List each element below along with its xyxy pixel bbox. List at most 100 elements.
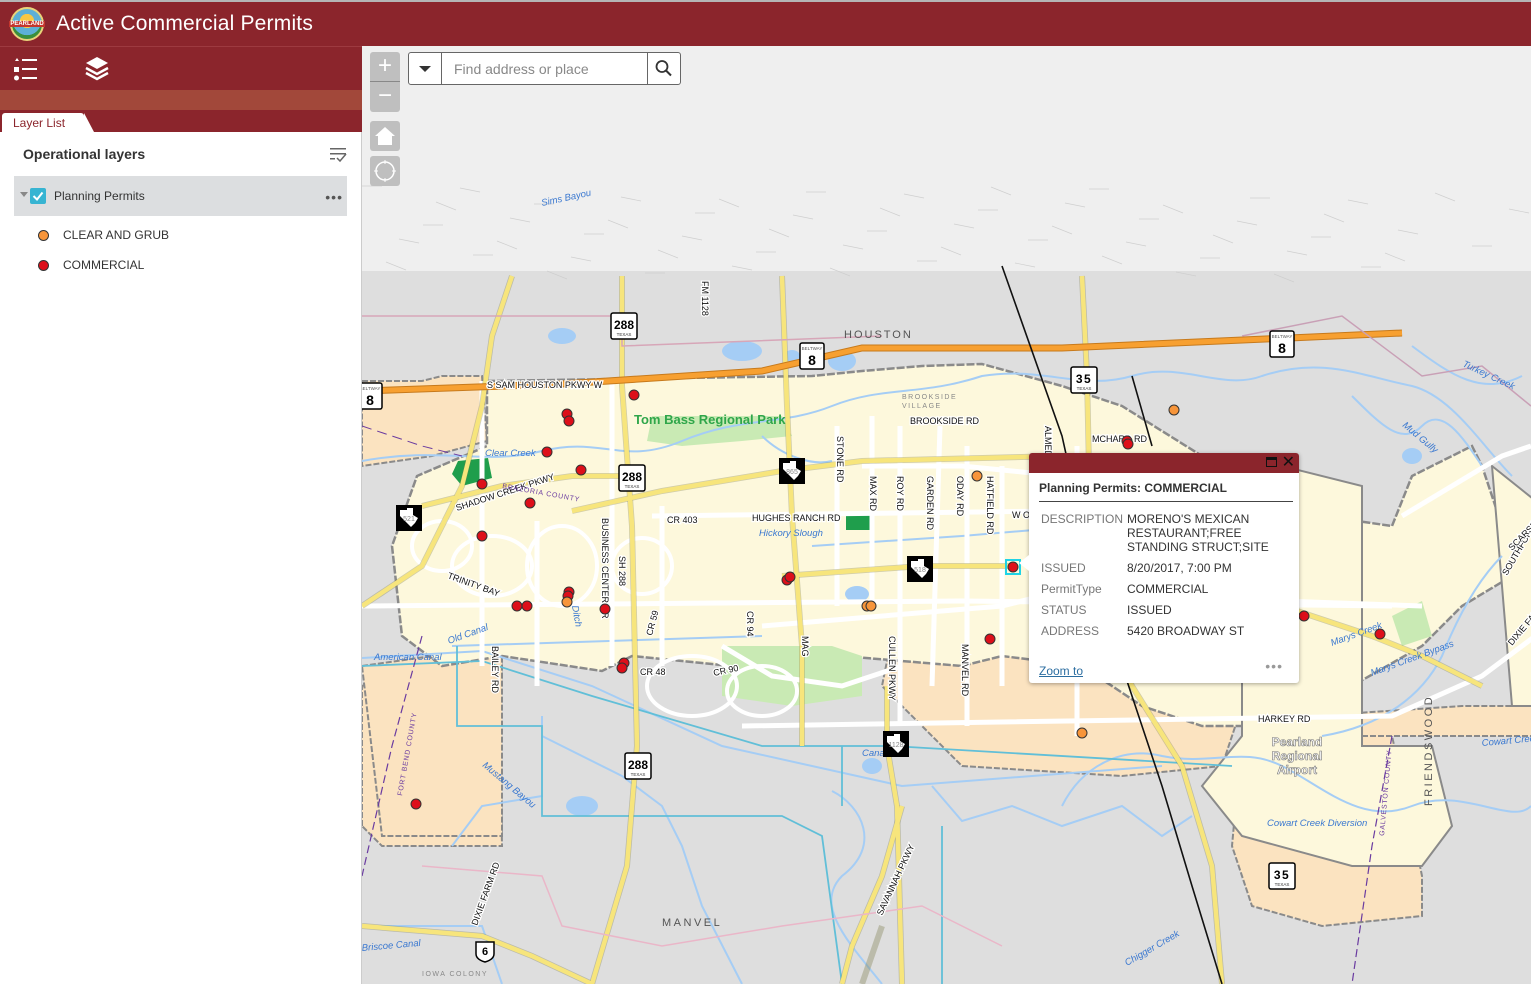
place-label-manvel: MANVEL [662, 917, 722, 929]
minor-street [1286, 250, 1308, 256]
pond [548, 328, 576, 344]
attribute-value: ISSUED [1127, 603, 1172, 617]
layer-list-panel: Operational layers Planning Permits ••• … [0, 132, 362, 984]
layer-options-button[interactable] [329, 146, 347, 164]
commercial-permit-point[interactable] [410, 798, 422, 810]
commercial-permit-point[interactable] [1007, 561, 1019, 573]
road-label: CR 403 [667, 515, 698, 525]
park-green [846, 514, 871, 530]
water-label: Cowart Creek Diversion [1267, 818, 1367, 829]
shield-number: 8 [366, 392, 374, 408]
clear-and-grub-permit-point[interactable] [561, 596, 573, 608]
minor-street [842, 244, 864, 250]
minor-street [570, 256, 592, 262]
poi-label-airport: Regional [1272, 749, 1323, 763]
attribute-name: ADDRESS [1041, 624, 1100, 638]
attribute-name: PermitType [1041, 582, 1102, 596]
zoom-out-button[interactable]: − [370, 82, 400, 112]
shield-number: 865 [786, 469, 798, 476]
shield-caption: TEXAS [631, 772, 646, 777]
minor-street [1051, 225, 1073, 235]
close-icon[interactable]: ✕ [1282, 453, 1295, 472]
water-label: Sims Bayou [540, 187, 593, 208]
zoom-to-link[interactable]: Zoom to [1039, 664, 1083, 678]
water-label: Hickory Slough [759, 528, 823, 539]
commercial-permit-point[interactable] [476, 478, 488, 490]
shield-caption: BELTWAY [802, 346, 823, 351]
minor-street [1384, 252, 1406, 262]
commercial-permit-point[interactable] [984, 633, 996, 645]
popup-more-button[interactable]: ••• [1265, 659, 1283, 673]
road-label: STONE RD [835, 436, 845, 483]
clear-and-grub-permit-point[interactable] [865, 600, 877, 612]
route-shield-texas: 35TEXAS [1070, 366, 1098, 394]
minor-street [398, 238, 420, 244]
layer-list-button[interactable] [82, 55, 112, 83]
poi-label-airport: Pearland [1272, 735, 1323, 749]
commercial-permit-point[interactable] [628, 389, 640, 401]
shield-number: 521 [403, 516, 415, 523]
home-icon [375, 127, 395, 145]
panel-tab-strip: Layer List [0, 110, 362, 132]
attribute-name: ISSUED [1041, 561, 1086, 575]
search-button[interactable] [647, 53, 680, 84]
minor-street [681, 235, 703, 241]
commercial-permit-point[interactable] [1374, 628, 1386, 640]
maximize-icon[interactable] [1266, 457, 1277, 467]
route-shield-texas: 288TEXAS [624, 752, 652, 780]
minor-street [768, 228, 790, 238]
minor-street [1323, 213, 1345, 223]
road-label: GARDEN RD [925, 476, 935, 531]
road-label: HATFIELD RD [985, 476, 995, 535]
commercial-permit-point[interactable] [476, 530, 488, 542]
layer-row-planning-permits[interactable]: Planning Permits ••• [14, 176, 347, 216]
map-view[interactable]: HOUSTON MANVEL FRIENDSWOOD BROOKSIDE VILLAGE… [362, 46, 1531, 984]
road-label: CR 48 [640, 667, 666, 677]
commercial-permit-point[interactable] [511, 600, 523, 612]
collapse-caret-icon[interactable] [20, 192, 28, 197]
commercial-permit-point[interactable] [541, 446, 553, 458]
shield-number: 288 [628, 758, 648, 772]
minor-street [607, 219, 629, 229]
search-source-dropdown[interactable] [409, 53, 442, 84]
locate-button[interactable] [370, 156, 400, 186]
attribute-value: 5420 BROADWAY ST [1127, 624, 1245, 638]
commercial-permit-point[interactable] [563, 415, 575, 427]
road-label: CR 94 [745, 611, 755, 637]
layer-more-button[interactable]: ••• [325, 190, 343, 204]
road-label: ODAY RD [955, 476, 965, 517]
minor-street [509, 217, 531, 223]
commercial-permit-point[interactable] [521, 600, 533, 612]
shield-number: 8 [808, 352, 816, 368]
shield-caption: TEXAS [1077, 386, 1092, 391]
search-input[interactable] [443, 53, 648, 84]
clear-and-grub-permit-point[interactable] [1168, 404, 1180, 416]
place-label-houston: HOUSTON [844, 329, 913, 341]
layer-visibility-checkbox[interactable] [30, 188, 46, 204]
commercial-permit-point[interactable] [1298, 610, 1310, 622]
commercial-permit-point[interactable] [524, 497, 536, 509]
route-shield-texas: 35TEXAS [1268, 862, 1296, 890]
zoom-in-button[interactable]: + [370, 52, 400, 82]
commercial-permit-point[interactable] [784, 571, 796, 583]
tab-layer-list[interactable]: Layer List [2, 113, 94, 132]
home-button[interactable] [370, 121, 400, 151]
basemap[interactable]: HOUSTON MANVEL FRIENDSWOOD BROOKSIDE VILLAGE… [362, 46, 1531, 984]
road-label: MANVEL RD [960, 644, 970, 697]
road-label: MCHARD RD [1092, 434, 1147, 444]
minor-street [1064, 202, 1086, 208]
shield-number: 8 [1278, 340, 1286, 356]
legend-button[interactable] [10, 55, 40, 83]
widget-toolbar [0, 46, 362, 90]
search-icon [655, 60, 672, 77]
clear-and-grub-permit-point[interactable] [971, 470, 983, 482]
commercial-permit-point[interactable] [1122, 438, 1134, 450]
clear-and-grub-permit-point[interactable] [1076, 727, 1088, 739]
shield-number: 35 [1076, 372, 1092, 386]
commercial-permit-point[interactable] [575, 464, 587, 476]
commercial-permit-point[interactable] [599, 603, 611, 615]
route-shield-fm: 518 [907, 556, 933, 582]
commercial-permit-point[interactable] [616, 662, 628, 674]
attribute-value: 8/20/2017, 7:00 PM [1127, 561, 1232, 575]
minor-street [1236, 220, 1258, 226]
